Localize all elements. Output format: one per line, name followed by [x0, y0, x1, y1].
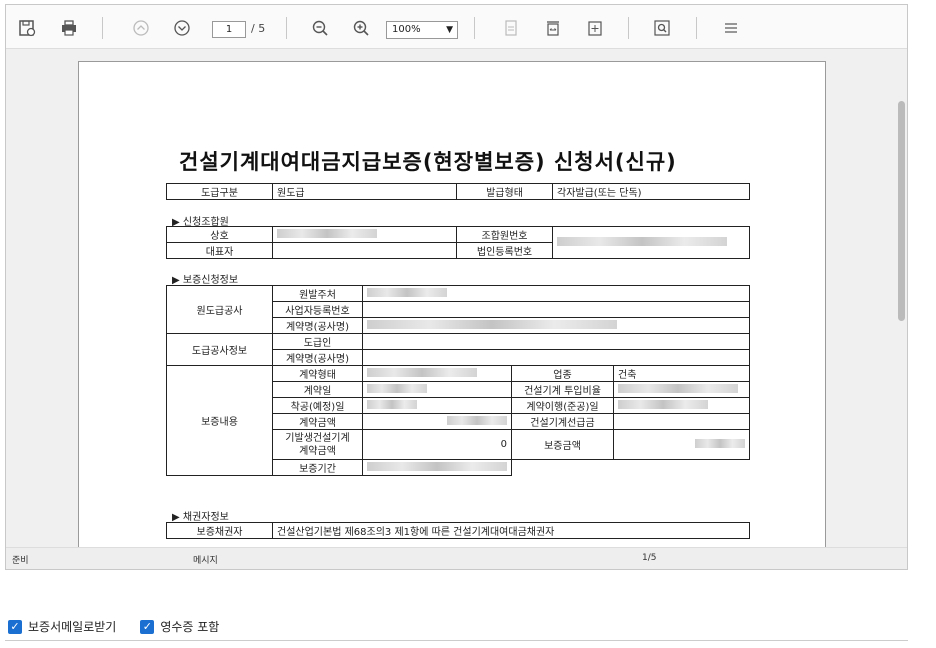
status-text: 준비 — [12, 556, 29, 566]
options-row: ✓ 보증서메일로받기 ✓ 영수증 포함 — [8, 618, 219, 635]
redacted-value — [613, 397, 750, 414]
value: 건축 — [613, 365, 750, 382]
next-page-icon[interactable] — [171, 17, 193, 39]
redacted-value — [362, 413, 512, 430]
vertical-scrollbar[interactable] — [898, 101, 905, 321]
empty-cell — [512, 460, 750, 476]
receipt-checkbox-label: 영수증 포함 — [160, 620, 220, 634]
menu-icon[interactable] — [720, 17, 742, 39]
label: 업종 — [511, 365, 614, 382]
zoom-in-icon[interactable] — [350, 17, 372, 39]
label: 계약명(공사명) — [272, 349, 363, 366]
toolbar-divider — [696, 17, 697, 39]
label: 보증채권자 — [166, 522, 273, 539]
label: 계약금액 — [272, 413, 363, 430]
value: 각자발급(또는 단독) — [552, 183, 750, 200]
label: 원발주처 — [272, 285, 363, 302]
label: 계약이행(준공)일 — [511, 397, 614, 414]
label: 조합원번호 — [456, 226, 553, 243]
checkmark-icon: ✓ — [140, 619, 155, 634]
redacted-value — [362, 365, 512, 382]
document-page: 건설기계대여대금지급보증(현장별보증) 신청서(신규) 도급구분 원도급 발급형… — [78, 61, 826, 547]
redacted-value — [613, 413, 750, 430]
toolbar-divider — [474, 17, 475, 39]
section-heading: ▶ 보증신청정보 — [172, 275, 239, 286]
checkmark-icon: ✓ — [8, 619, 22, 634]
previous-page-icon[interactable] — [130, 17, 152, 39]
redacted-value — [362, 317, 750, 334]
email-checkbox[interactable]: ✓ 보증서메일로받기 — [8, 618, 116, 635]
redacted-value — [362, 397, 512, 414]
redacted-value — [272, 242, 457, 259]
fit-page-icon[interactable] — [584, 17, 606, 39]
message-label: 메시지 — [193, 556, 218, 566]
fit-width-icon[interactable] — [542, 17, 564, 39]
label: 도급구분 — [166, 183, 273, 200]
label: 착공(예정)일 — [272, 397, 363, 414]
group-label: 보증내용 — [166, 365, 273, 476]
label: 대표자 — [166, 242, 273, 259]
email-checkbox-label: 보증서메일로받기 — [28, 620, 117, 634]
redacted-value — [552, 226, 750, 259]
chevron-down-icon: ▼ — [446, 25, 453, 35]
label: 사업자등록번호 — [272, 301, 363, 318]
label: 도급인 — [272, 333, 363, 350]
group-label: 원도급공사 — [166, 285, 273, 334]
zoom-select[interactable]: 100% ▼ — [386, 21, 458, 39]
label: 기발생건설기계 계약금액 — [272, 429, 363, 460]
label: 법인등록번호 — [456, 242, 553, 259]
value — [362, 301, 750, 318]
redacted-value — [613, 429, 750, 460]
single-page-icon[interactable] — [500, 17, 522, 39]
toolbar-divider — [286, 17, 287, 39]
creditor-table: 보증채권자 건설산업기본법 제68조의3 제1항에 따른 건설기계대여대금채권자 — [166, 522, 750, 539]
label: 계약일 — [272, 381, 363, 398]
zoom-out-icon[interactable] — [309, 17, 331, 39]
label: 건설기계선급금 — [511, 413, 614, 430]
toolbar-divider — [628, 17, 629, 39]
group-label: 도급공사정보 — [166, 333, 273, 366]
label: 상호 — [166, 226, 273, 243]
page-indicator: 1/5 — [642, 553, 657, 563]
page-number-input[interactable]: 1 — [212, 21, 246, 38]
label: 발급형태 — [456, 183, 553, 200]
receipt-checkbox[interactable]: ✓ 영수증 포함 — [140, 618, 219, 635]
guarantee-table: 원도급공사 원발주처 사업자등록번호 계약명(공사명) 도급공사정보 도급인 계… — [166, 285, 750, 476]
status-bar: 준비 메시지 1/5 — [6, 547, 907, 569]
label: 계약명(공사명) — [272, 317, 363, 334]
zoom-value: 100% — [392, 24, 421, 35]
page-total: / 5 — [251, 22, 266, 35]
redacted-value — [362, 459, 512, 476]
bottom-divider — [5, 640, 908, 648]
print-icon[interactable] — [58, 17, 80, 39]
viewer-toolbar: 1 / 5 100% ▼ — [6, 5, 907, 49]
toolbar-divider — [102, 17, 103, 39]
redacted-value — [362, 381, 512, 398]
redacted-value — [272, 226, 457, 243]
document-canvas[interactable]: 건설기계대여대금지급보증(현장별보증) 신청서(신규) 도급구분 원도급 발급형… — [6, 49, 907, 547]
issue-type-table: 도급구분 원도급 발급형태 각자발급(또는 단독) — [166, 183, 750, 200]
label: 계약형태 — [272, 365, 363, 382]
value — [362, 349, 750, 366]
find-icon[interactable] — [651, 17, 673, 39]
save-icon[interactable] — [16, 17, 38, 39]
section-heading: ▶ 채권자정보 — [172, 512, 229, 523]
document-title: 건설기계대여대금지급보증(현장별보증) 신청서(신규) — [179, 150, 677, 174]
redacted-value — [362, 285, 750, 302]
value: 원도급 — [272, 183, 457, 200]
value: 건설산업기본법 제68조의3 제1항에 따른 건설기계대여대금채권자 — [272, 522, 750, 539]
label: 보증금액 — [511, 429, 614, 460]
applicant-table: 상호 조합원번호 대표자 법인등록번호 — [166, 226, 750, 259]
label: 보증기간 — [272, 459, 363, 476]
label: 건설기계 투입비율 — [511, 381, 614, 398]
redacted-value — [613, 381, 750, 398]
value: 0 — [362, 429, 512, 460]
pdf-viewer: 1 / 5 100% ▼ 건설기계대여대금지급보증(현장별보증) 신청서(신규)… — [5, 4, 908, 570]
value — [362, 333, 750, 350]
